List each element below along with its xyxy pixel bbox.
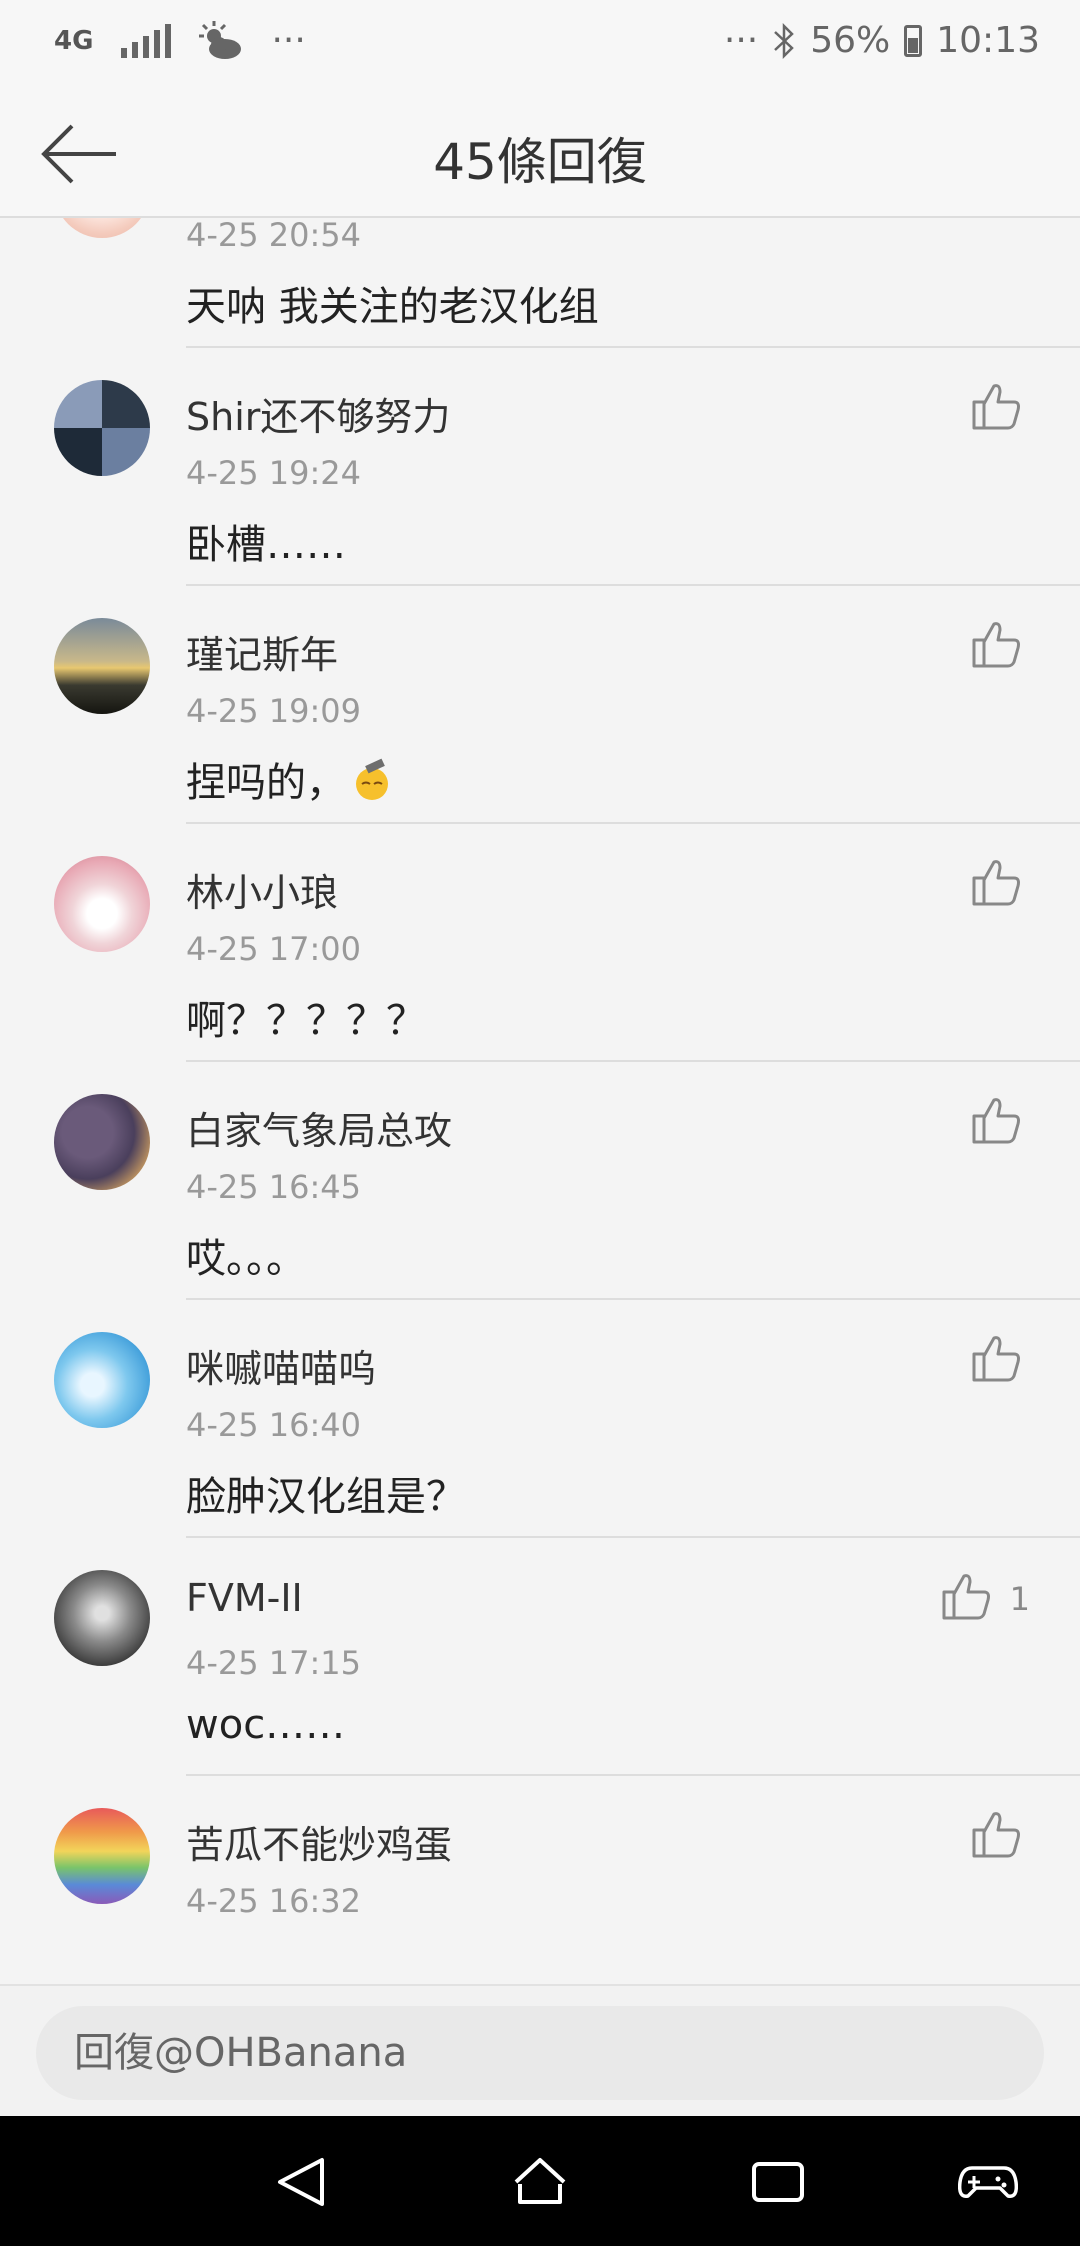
signal-icon	[121, 23, 172, 58]
comment-time: 4-25 19:24	[186, 454, 362, 492]
bluetooth-icon	[774, 22, 795, 59]
list-item[interactable]: 4-25 20:54 天呐 我关注的老汉化组	[0, 218, 1080, 348]
emoji-icon	[356, 758, 388, 800]
reply-input[interactable]: 回復@OHBanana	[36, 2006, 1044, 2100]
thumbs-up-icon[interactable]	[970, 1808, 1022, 1860]
comment-time: 4-25 16:40	[186, 1406, 362, 1444]
comment-username[interactable]: 林小小琅	[186, 862, 338, 917]
list-item[interactable]: FVM-II 1 4-25 17:15 woc……	[0, 1538, 1080, 1776]
avatar[interactable]	[54, 1570, 150, 1666]
thumbs-up-icon[interactable]	[970, 1094, 1022, 1146]
comment-username[interactable]: FVM-II	[186, 1576, 303, 1620]
clock: 10:13	[936, 20, 1040, 61]
comment-time: 4-25 16:32	[186, 1882, 362, 1920]
avatar[interactable]	[54, 856, 150, 952]
comment-time: 4-25 19:09	[186, 692, 362, 730]
more-indicator-right: ···	[723, 20, 759, 61]
comment-text: woc……	[186, 1702, 346, 1748]
avatar[interactable]	[54, 1332, 150, 1428]
list-item[interactable]: 苦瓜不能炒鸡蛋 4-25 16:32	[0, 1776, 1080, 1984]
avatar[interactable]	[54, 1094, 150, 1190]
avatar[interactable]	[54, 1808, 150, 1904]
nav-recent-apps-icon[interactable]	[748, 2152, 808, 2212]
comment-username[interactable]: 白家气象局总攻	[186, 1100, 452, 1155]
comment-time: 4-25 17:15	[186, 1644, 362, 1682]
comment-username[interactable]: 咪嘁喵喵呜	[186, 1338, 376, 1393]
weather-icon	[199, 20, 242, 59]
like-count: 1	[1009, 1580, 1030, 1618]
avatar[interactable]	[54, 218, 150, 238]
nav-home-icon[interactable]	[510, 2152, 570, 2212]
comment-list[interactable]: 4-25 20:54 天呐 我关注的老汉化组 Shir还不够努力 4-25 19…	[0, 218, 1080, 1984]
comment-time: 4-25 20:54	[186, 218, 362, 254]
list-item[interactable]: 林小小琅 4-25 17:00 啊？？？？？	[0, 824, 1080, 1062]
navigation-bar	[0, 2116, 1080, 2246]
comment-text: 卧槽……	[186, 522, 346, 568]
page-title: 45條回復	[433, 133, 647, 191]
comment-time: 4-25 16:45	[186, 1168, 362, 1206]
comment-username[interactable]: 瑾记斯年	[186, 624, 338, 679]
comment-text-value: 捏吗的，	[186, 760, 346, 806]
avatar[interactable]	[54, 380, 150, 476]
comment-text: 天呐 我关注的老汉化组	[186, 284, 599, 330]
comment-username[interactable]: Shir还不够努力	[186, 386, 450, 441]
network-type: 4G	[54, 25, 94, 56]
list-item[interactable]: 白家气象局总攻 4-25 16:45 哎。。。	[0, 1062, 1080, 1300]
nav-back-icon[interactable]	[272, 2152, 332, 2212]
list-item[interactable]: Shir还不够努力 4-25 19:24 卧槽……	[0, 348, 1080, 586]
list-item[interactable]: 咪嘁喵喵呜 4-25 16:40 脸肿汉化组是？	[0, 1300, 1080, 1538]
thumbs-up-icon[interactable]	[970, 1332, 1022, 1384]
comment-time: 4-25 17:00	[186, 930, 362, 968]
reply-bar: 回復@OHBanana	[0, 1984, 1080, 2118]
thumbs-up-icon[interactable]	[970, 618, 1022, 670]
list-item[interactable]: 瑾记斯年 4-25 19:09 捏吗的，	[0, 586, 1080, 824]
more-indicator: ···	[271, 20, 306, 61]
comment-text: 脸肿汉化组是？	[186, 1474, 466, 1520]
comment-text: 啊？？？？？	[186, 998, 426, 1044]
thumbs-up-icon[interactable]	[970, 380, 1022, 432]
comment-text: 捏吗的，	[186, 750, 394, 808]
game-controller-icon[interactable]	[958, 2152, 1018, 2212]
comment-text: 哎。。。	[186, 1236, 306, 1282]
status-bar: 4G ··· ··· 56% 10:13	[0, 0, 1080, 92]
comment-username[interactable]: 苦瓜不能炒鸡蛋	[186, 1814, 452, 1869]
avatar[interactable]	[54, 618, 150, 714]
thumbs-up-icon[interactable]	[970, 856, 1022, 908]
battery-percent: 56%	[810, 20, 891, 61]
battery-icon	[904, 24, 923, 57]
header: 45條回復	[0, 92, 1080, 218]
thumbs-up-icon[interactable]	[940, 1570, 992, 1622]
